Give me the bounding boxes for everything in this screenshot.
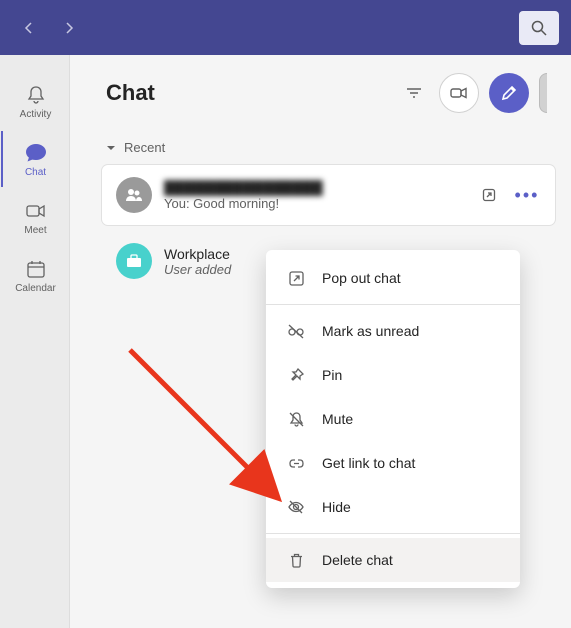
chat-icon [24, 141, 48, 165]
popout-icon [481, 187, 497, 203]
trash-icon [286, 550, 306, 570]
sidebar-item-label: Chat [25, 167, 46, 178]
sidebar-item-chat[interactable]: Chat [1, 131, 69, 187]
chat-actions: ••• [475, 181, 541, 209]
link-icon [286, 453, 306, 473]
chat-item[interactable]: ████████████████ You: Good morning! ••• [102, 165, 555, 225]
sidebar-item-label: Calendar [15, 283, 56, 294]
page-title: Chat [106, 80, 389, 106]
sidebar-item-label: Meet [24, 225, 46, 236]
ellipsis-icon: ••• [515, 185, 540, 206]
sidebar-item-calendar[interactable]: Calendar [1, 247, 69, 303]
filter-button[interactable] [399, 78, 429, 108]
eye-off-icon [286, 497, 306, 517]
workplace-avatar [116, 243, 152, 279]
chat-body: ████████████████ You: Good morning! [164, 180, 463, 211]
chevron-left-icon [21, 20, 37, 36]
menu-separator [266, 304, 520, 305]
bell-off-icon [286, 409, 306, 429]
search-button[interactable] [519, 11, 559, 45]
bell-icon [24, 83, 48, 107]
briefcase-icon [125, 252, 143, 270]
menu-delete-chat[interactable]: Delete chat [266, 538, 520, 582]
chat-title: ████████████████ [164, 180, 463, 196]
menu-label: Mark as unread [322, 323, 419, 339]
menu-hide[interactable]: Hide [266, 485, 520, 529]
section-label: Recent [124, 140, 165, 155]
video-icon [449, 83, 469, 103]
avatar[interactable] [539, 73, 547, 113]
filter-icon [405, 84, 423, 102]
menu-label: Delete chat [322, 552, 393, 568]
more-button[interactable]: ••• [513, 181, 541, 209]
context-menu: Pop out chat Mark as unread Pin Mute Get… [266, 250, 520, 588]
menu-label: Pop out chat [322, 270, 401, 286]
menu-label: Hide [322, 499, 351, 515]
menu-label: Mute [322, 411, 353, 427]
video-icon [24, 199, 48, 223]
popout-icon [286, 268, 306, 288]
titlebar [0, 0, 571, 55]
sidebar-item-activity[interactable]: Activity [1, 73, 69, 129]
group-avatar [116, 177, 152, 213]
sidebar-item-meet[interactable]: Meet [1, 189, 69, 245]
chevron-down-icon [106, 143, 116, 153]
menu-mark-unread[interactable]: Mark as unread [266, 309, 520, 353]
people-icon [124, 185, 144, 205]
menu-pin[interactable]: Pin [266, 353, 520, 397]
chat-header: Chat [70, 55, 571, 130]
pin-icon [286, 365, 306, 385]
search-icon [530, 19, 548, 37]
popout-button[interactable] [475, 181, 503, 209]
calendar-icon [24, 257, 48, 281]
new-chat-button[interactable] [489, 73, 529, 113]
section-recent[interactable]: Recent [70, 130, 571, 165]
nav-forward-button[interactable] [52, 11, 86, 45]
nav-back-button[interactable] [12, 11, 46, 45]
meet-now-button[interactable] [439, 73, 479, 113]
menu-label: Get link to chat [322, 455, 415, 471]
menu-separator [266, 533, 520, 534]
compose-icon [500, 84, 518, 102]
sidebar-item-label: Activity [20, 109, 52, 120]
menu-mute[interactable]: Mute [266, 397, 520, 441]
glasses-icon [286, 321, 306, 341]
sidebar: Activity Chat Meet Calendar [0, 55, 70, 628]
menu-get-link[interactable]: Get link to chat [266, 441, 520, 485]
chat-preview: You: Good morning! [164, 196, 463, 211]
menu-popout[interactable]: Pop out chat [266, 256, 520, 300]
chevron-right-icon [61, 20, 77, 36]
menu-label: Pin [322, 367, 342, 383]
